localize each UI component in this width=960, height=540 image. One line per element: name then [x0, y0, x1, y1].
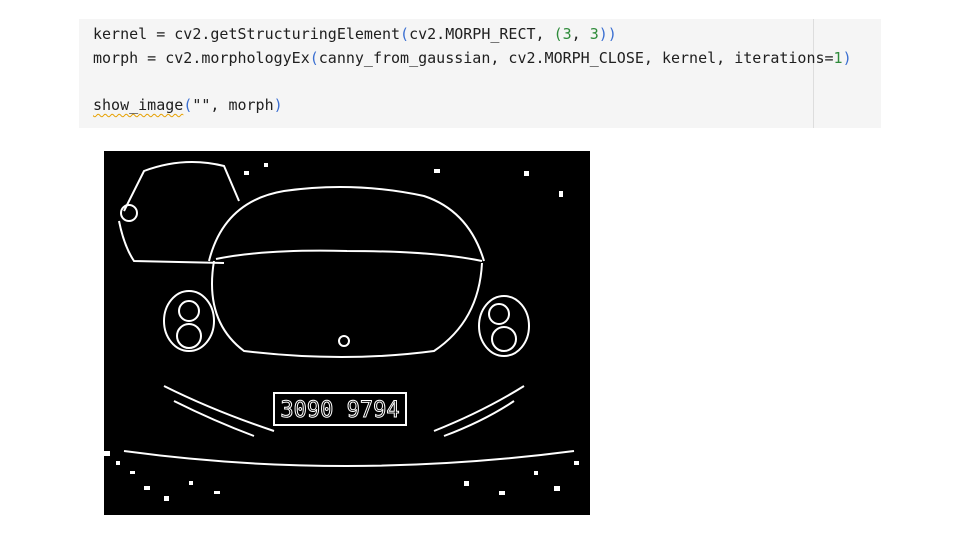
- code-text: kernel = cv2.getStructuringElement: [93, 25, 401, 43]
- license-plate-text: 3090 9794: [280, 398, 399, 423]
- code-paren: ): [842, 49, 852, 67]
- code-paren: ): [273, 96, 283, 114]
- code-paren: (: [400, 25, 410, 43]
- code-line-show-image: show_image("", morph): [93, 95, 283, 115]
- code-line-kernel: kernel = cv2.getStructuringElement(cv2.M…: [93, 24, 617, 44]
- code-text: canny_from_gaussian, cv2.MORPH_CLOSE, ke…: [318, 49, 834, 67]
- code-line-morph: morph = cv2.morphologyEx(canny_from_gaus…: [93, 48, 852, 68]
- code-function-name: show_image: [93, 96, 184, 114]
- code-paren: (: [309, 49, 319, 67]
- code-cell-divider: [813, 19, 814, 128]
- code-paren: )): [598, 25, 617, 43]
- code-number: 1: [833, 49, 843, 67]
- code-number: 3: [562, 25, 572, 43]
- code-text: cv2.MORPH_RECT,: [409, 25, 554, 43]
- code-text: morph = cv2.morphologyEx: [93, 49, 310, 67]
- morph-edge-image: 3090 9794: [104, 151, 590, 515]
- code-cell[interactable]: kernel = cv2.getStructuringElement(cv2.M…: [79, 19, 881, 128]
- code-text: "", morph: [192, 96, 274, 114]
- output-image-morph: 3090 9794: [104, 151, 590, 515]
- code-text: ,: [571, 25, 590, 43]
- code-paren: (: [553, 25, 563, 43]
- code-paren: (: [183, 96, 193, 114]
- code-number: 3: [589, 25, 599, 43]
